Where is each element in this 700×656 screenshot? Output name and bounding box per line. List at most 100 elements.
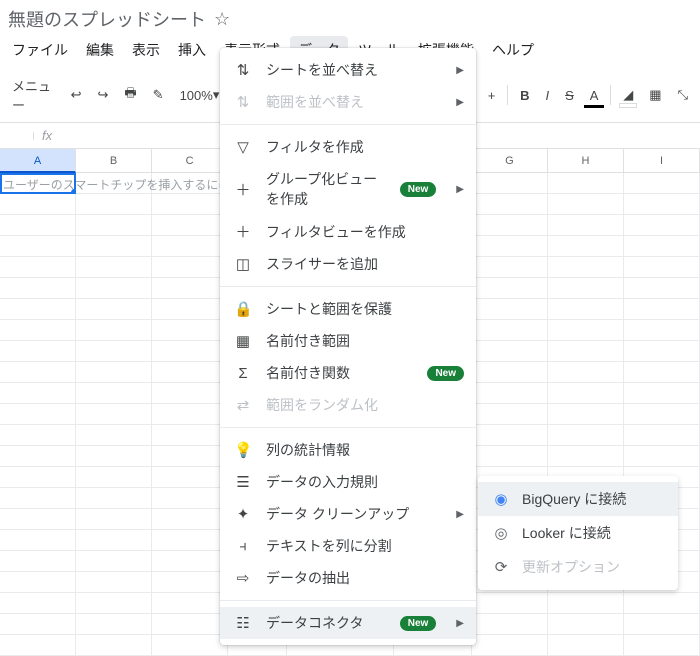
cell[interactable]	[152, 467, 228, 488]
cell[interactable]	[472, 593, 548, 614]
cell[interactable]	[0, 236, 76, 257]
cell[interactable]	[472, 635, 548, 656]
cell[interactable]	[0, 383, 76, 404]
cell[interactable]	[76, 278, 152, 299]
cell[interactable]	[624, 215, 700, 236]
menus-button[interactable]: メニュー	[6, 72, 61, 118]
cell[interactable]	[472, 173, 548, 194]
cell[interactable]	[548, 278, 624, 299]
cell[interactable]	[152, 530, 228, 551]
cell[interactable]	[548, 173, 624, 194]
cell[interactable]	[0, 299, 76, 320]
cell[interactable]	[472, 215, 548, 236]
cell[interactable]	[624, 383, 700, 404]
cell[interactable]	[472, 446, 548, 467]
col-head-c[interactable]: C	[152, 149, 228, 173]
cell[interactable]	[152, 404, 228, 425]
cell[interactable]	[624, 236, 700, 257]
cell[interactable]	[548, 257, 624, 278]
cell[interactable]	[152, 635, 228, 656]
cell[interactable]	[548, 614, 624, 635]
cell[interactable]	[76, 383, 152, 404]
cell[interactable]	[76, 635, 152, 656]
cell[interactable]	[152, 278, 228, 299]
borders-icon[interactable]: ▦	[643, 83, 667, 107]
strikethrough-icon[interactable]: S	[559, 84, 580, 107]
cell[interactable]	[0, 257, 76, 278]
menu-item-テキストを列に分割[interactable]: ⫞テキストを列に分割	[220, 530, 476, 562]
menu-item-スライサーを追加[interactable]: ◫スライサーを追加	[220, 248, 476, 280]
cell[interactable]	[472, 341, 548, 362]
menu-item-データの抽出[interactable]: ⇨データの抽出	[220, 562, 476, 594]
menu-item-名前付き関数[interactable]: Σ名前付き関数New	[220, 357, 476, 389]
cell[interactable]	[152, 551, 228, 572]
star-icon[interactable]: ☆	[214, 9, 230, 30]
cell[interactable]	[152, 299, 228, 320]
fill-color-icon[interactable]: ◢	[617, 83, 639, 107]
cell[interactable]	[472, 278, 548, 299]
cell[interactable]	[76, 404, 152, 425]
cell[interactable]	[624, 635, 700, 656]
menu-item-名前付き範囲[interactable]: ▦名前付き範囲	[220, 325, 476, 357]
cell[interactable]	[152, 215, 228, 236]
increase-decimal-icon[interactable]: +	[482, 84, 502, 107]
cell[interactable]	[76, 551, 152, 572]
cell[interactable]	[548, 341, 624, 362]
cell[interactable]	[152, 236, 228, 257]
cell[interactable]	[76, 509, 152, 530]
cell[interactable]	[76, 572, 152, 593]
cell[interactable]	[152, 446, 228, 467]
cell[interactable]	[0, 467, 76, 488]
text-color-icon[interactable]: A	[584, 84, 605, 107]
menu-item-フィルタを作成[interactable]: ▽フィルタを作成	[220, 131, 476, 163]
undo-icon[interactable]: ↩	[65, 83, 88, 107]
cell[interactable]	[624, 173, 700, 194]
cell[interactable]	[472, 257, 548, 278]
cell[interactable]	[548, 383, 624, 404]
col-head-a[interactable]: A	[0, 149, 76, 173]
cell[interactable]	[0, 572, 76, 593]
menu-item-列の統計情報[interactable]: 💡列の統計情報	[220, 434, 476, 466]
cell[interactable]	[76, 320, 152, 341]
cell[interactable]	[548, 236, 624, 257]
cell[interactable]	[472, 320, 548, 341]
cell[interactable]	[152, 320, 228, 341]
cell[interactable]	[152, 593, 228, 614]
cell[interactable]	[152, 488, 228, 509]
cell[interactable]	[624, 278, 700, 299]
cell[interactable]	[472, 299, 548, 320]
cell[interactable]	[624, 446, 700, 467]
cell[interactable]	[548, 215, 624, 236]
menu-item-フィルタビューを作成[interactable]: ＋フィルタビューを作成	[220, 215, 476, 248]
cell[interactable]	[0, 404, 76, 425]
cell[interactable]	[76, 299, 152, 320]
menu-item-シートと範囲を保護[interactable]: 🔒シートと範囲を保護	[220, 293, 476, 325]
cell[interactable]	[0, 530, 76, 551]
cell[interactable]	[624, 404, 700, 425]
cell[interactable]	[624, 257, 700, 278]
menu-file[interactable]: ファイル	[4, 36, 76, 64]
menu-view[interactable]: 表示	[124, 36, 168, 64]
col-head-h[interactable]: H	[548, 149, 624, 173]
bold-icon[interactable]: B	[514, 84, 535, 107]
cell[interactable]	[152, 194, 228, 215]
menu-item-グループ化ビューを作成[interactable]: ＋グループ化ビューを作成New▶	[220, 163, 476, 215]
cell[interactable]	[0, 593, 76, 614]
selection-handle[interactable]	[71, 189, 76, 194]
cell[interactable]	[548, 194, 624, 215]
cell[interactable]	[0, 320, 76, 341]
menu-edit[interactable]: 編集	[78, 36, 122, 64]
redo-icon[interactable]: ↪	[91, 83, 114, 107]
cell[interactable]	[76, 194, 152, 215]
menu-item-データコネクタ[interactable]: ☷データコネクタNew▶	[220, 607, 476, 639]
cell[interactable]	[76, 488, 152, 509]
cell[interactable]	[76, 215, 152, 236]
cell[interactable]	[548, 425, 624, 446]
cell[interactable]	[76, 257, 152, 278]
cell[interactable]	[0, 446, 76, 467]
cell[interactable]	[76, 467, 152, 488]
cell[interactable]	[76, 593, 152, 614]
menu-item-シートを並べ替え[interactable]: ⇅シートを並べ替え▶	[220, 54, 476, 86]
cell[interactable]	[152, 362, 228, 383]
cell[interactable]	[152, 509, 228, 530]
